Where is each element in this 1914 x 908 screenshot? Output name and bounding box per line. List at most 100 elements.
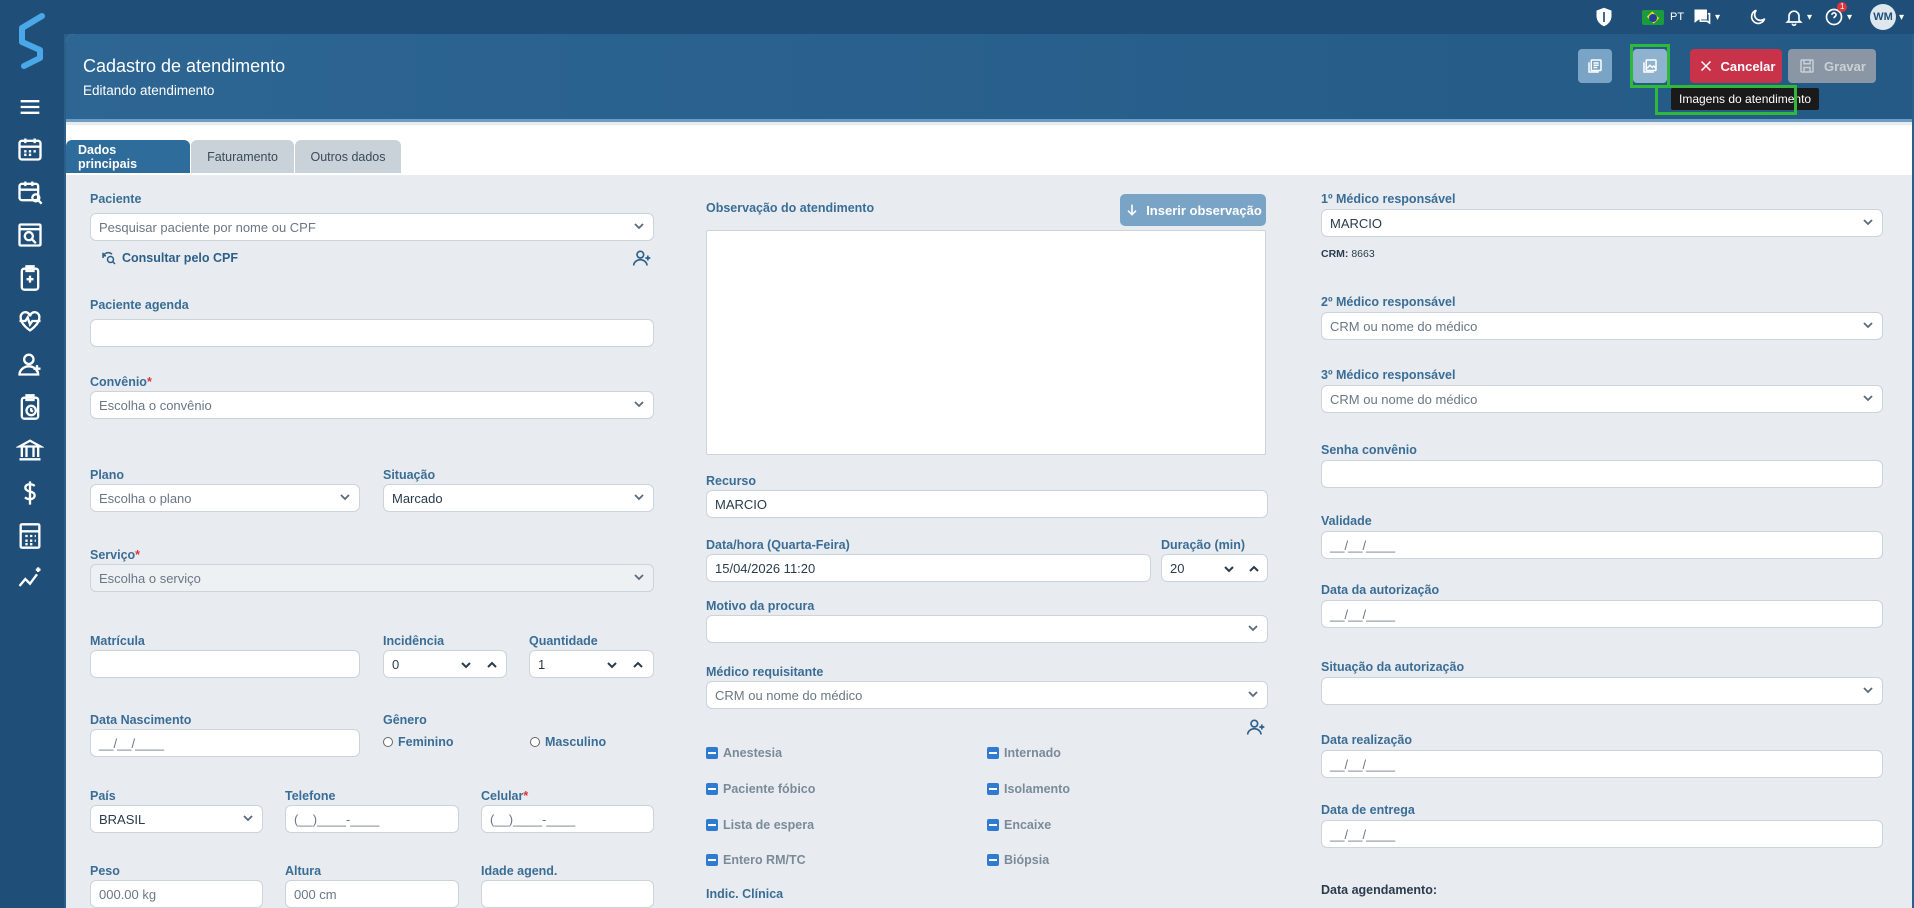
inserir-observacao-button[interactable]: Inserir observação	[1120, 194, 1266, 226]
chevron-down-icon[interactable]	[454, 651, 478, 679]
medico2-select[interactable]: CRM ou nome do médico	[1321, 312, 1883, 340]
calendar-search-icon[interactable]	[14, 176, 46, 208]
validade-input[interactable]: __/__/____	[1321, 531, 1883, 559]
tab-outros-dados[interactable]: Outros dados	[295, 140, 401, 173]
duracao-stepper[interactable]: 20	[1161, 554, 1268, 582]
convenio-select[interactable]: Escolha o convênio	[90, 391, 654, 419]
chevron-down-icon	[1862, 216, 1874, 228]
brazil-flag-icon	[1642, 9, 1664, 25]
genero-masculino-radio[interactable]: Masculino	[530, 735, 606, 749]
medico3-select[interactable]: CRM ou nome do médico	[1321, 385, 1883, 413]
internado-checkbox[interactable]: Internado	[987, 746, 1061, 760]
lista-espera-checkbox[interactable]: Lista de espera	[706, 818, 814, 832]
cancel-button[interactable]: Cancelar	[1690, 49, 1782, 83]
page-title: Cadastro de atendimento	[83, 56, 286, 76]
situacao-select[interactable]: Marcado	[383, 484, 654, 512]
paciente-fobico-checkbox[interactable]: Paciente fóbico	[706, 782, 815, 796]
obs-label: Observação do atendimento	[706, 201, 875, 215]
moon-icon[interactable]	[1748, 5, 1768, 29]
matricula-input[interactable]	[90, 650, 360, 678]
convenio-label-text: Convênio	[90, 375, 147, 389]
celular-input[interactable]: (__)____-____	[481, 805, 654, 833]
user-add-icon[interactable]	[1245, 717, 1267, 737]
dollar-icon[interactable]	[14, 477, 46, 509]
entero-checkbox[interactable]: Entero RM/TC	[706, 853, 806, 867]
senha-convenio-input[interactable]	[1321, 460, 1883, 488]
shield-icon[interactable]	[1594, 5, 1614, 29]
paciente-search-input[interactable]: Pesquisar paciente por nome ou CPF	[90, 213, 654, 241]
tab-dados-principais[interactable]: Dados principais	[66, 140, 190, 173]
refresh-search-icon	[102, 251, 116, 265]
motivo-select[interactable]	[706, 615, 1268, 643]
checkbox-box	[987, 747, 999, 759]
altura-input[interactable]: 000 cm	[285, 880, 459, 908]
arrow-down-icon	[1127, 204, 1137, 216]
medico-requisitante-select[interactable]: CRM ou nome do médico	[706, 681, 1268, 709]
clipboard-clock-icon[interactable]	[14, 391, 46, 423]
chevron-up-icon[interactable]	[1242, 555, 1266, 583]
checkbox-box	[706, 747, 718, 759]
consultar-cpf-link[interactable]: Consultar pelo CPF	[100, 249, 238, 267]
encaixe-checkbox[interactable]: Encaixe	[987, 818, 1051, 832]
chevron-down-icon[interactable]	[1217, 555, 1241, 583]
isolamento-label: Isolamento	[1004, 782, 1070, 796]
telefone-input[interactable]: (__)____-____	[285, 805, 459, 833]
chevron-up-icon[interactable]	[480, 651, 504, 679]
data-realizacao-placeholder: __/__/____	[1330, 756, 1396, 772]
user-add-icon[interactable]	[631, 248, 653, 268]
chevron-up-icon[interactable]	[626, 651, 650, 679]
servico-select[interactable]: Escolha o serviço	[90, 564, 654, 592]
genero-feminino-radio[interactable]: Feminino	[383, 735, 454, 749]
recurso-input[interactable]: MARCIO	[706, 490, 1268, 518]
datahora-input[interactable]: 15/04/2026 11:20	[706, 554, 1151, 582]
data-realizacao-input[interactable]: __/__/____	[1321, 750, 1883, 778]
checkbox-box	[706, 783, 718, 795]
user-add-icon[interactable]	[14, 348, 46, 380]
peso-input[interactable]: 000.00 kg	[90, 880, 263, 908]
biopsia-checkbox[interactable]: Biópsia	[987, 853, 1049, 867]
incidencia-stepper[interactable]: 0	[383, 650, 507, 678]
save-button[interactable]: Gravar	[1788, 49, 1876, 83]
situacao-label: Situação	[383, 468, 436, 482]
paciente-fobico-label: Paciente fóbico	[723, 782, 816, 796]
plano-select[interactable]: Escolha o plano	[90, 484, 360, 512]
logo-icon[interactable]	[12, 12, 52, 70]
recurso-label: Recurso	[706, 474, 757, 488]
anestesia-checkbox[interactable]: Anestesia	[706, 746, 782, 760]
bell-icon[interactable]: ▾	[1784, 5, 1812, 29]
paciente-agenda-input[interactable]	[90, 319, 654, 347]
data-entrega-input[interactable]: __/__/____	[1321, 820, 1883, 848]
pais-select[interactable]: BRASIL	[90, 805, 263, 833]
tab-faturamento[interactable]: Faturamento	[191, 140, 294, 173]
chart-sparkle-icon[interactable]	[14, 563, 46, 595]
language-selector[interactable]: PT	[1642, 5, 1684, 29]
data-autorizacao-input[interactable]: __/__/____	[1321, 600, 1883, 628]
situacao-autorizacao-select[interactable]	[1321, 677, 1883, 705]
save-label: Gravar	[1824, 58, 1866, 74]
heart-pulse-icon[interactable]	[14, 305, 46, 337]
chat-icon[interactable]: ▾	[1692, 5, 1720, 29]
chevron-down-icon	[633, 398, 645, 410]
search-window-icon[interactable]	[14, 219, 46, 251]
convenio-label: Convênio*	[90, 375, 152, 389]
chevron-down-icon	[1862, 684, 1874, 696]
user-menu[interactable]: WM ▾	[1870, 4, 1904, 30]
chevron-down-icon[interactable]	[600, 651, 624, 679]
quantidade-stepper[interactable]: 1	[529, 650, 654, 678]
clipboard-medical-icon[interactable]	[14, 262, 46, 294]
medico-req-placeholder: CRM ou nome do médico	[715, 687, 863, 703]
chevron-down-icon	[1862, 392, 1874, 404]
highlight-box	[1655, 85, 1797, 115]
calendar-icon[interactable]	[14, 133, 46, 165]
help-icon[interactable]: 1 ▾	[1824, 2, 1852, 29]
copy-button[interactable]	[1578, 49, 1612, 83]
bank-icon[interactable]	[14, 434, 46, 466]
medico1-select[interactable]: MARCIO	[1321, 209, 1883, 237]
calculator-icon[interactable]	[14, 520, 46, 552]
isolamento-checkbox[interactable]: Isolamento	[987, 782, 1070, 796]
observacao-textarea[interactable]	[706, 230, 1266, 455]
idade-input[interactable]	[481, 880, 654, 908]
data-entrega-label: Data de entrega	[1321, 803, 1415, 817]
nascimento-input[interactable]: __/__/____	[90, 729, 360, 757]
menu-icon[interactable]	[14, 91, 46, 123]
